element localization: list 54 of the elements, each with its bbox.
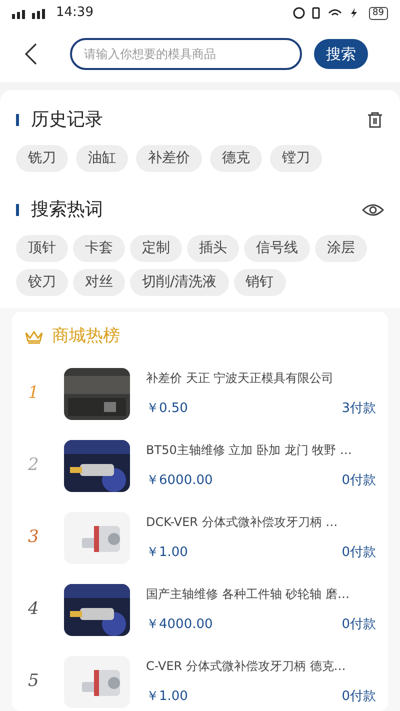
vibrate-icon xyxy=(312,7,320,19)
section-title: 搜索热词 xyxy=(31,198,104,222)
status-time: 14:39 xyxy=(56,4,94,22)
search-button[interactable]: 搜索 xyxy=(314,39,368,69)
product-price: ￥6000.00 xyxy=(146,472,213,490)
tag-chip[interactable]: 铰刀 xyxy=(16,269,68,296)
wifi-icon xyxy=(328,9,342,16)
charging-icon xyxy=(350,8,357,18)
tag-chip[interactable]: 切削/清洗液 xyxy=(130,269,229,296)
product-title[interactable]: BT50主轴维修 立加 卧加 龙门 牧野 … xyxy=(146,440,376,459)
rank-number: 1 xyxy=(27,382,40,405)
section-marker xyxy=(16,114,19,126)
tag-chip[interactable]: 顶针 xyxy=(16,235,68,262)
crown-icon xyxy=(24,330,44,344)
section-title: 历史记录 xyxy=(31,108,104,132)
battery-level: 89 xyxy=(368,6,388,20)
product-price: ￥4000.00 xyxy=(146,616,213,634)
tag-chip[interactable]: 镗刀 xyxy=(270,145,322,172)
tag-chip[interactable]: 补差价 xyxy=(136,145,202,172)
rank-number: 5 xyxy=(27,670,40,693)
rank-number: 2 xyxy=(27,454,40,477)
tag-chip[interactable]: 德克 xyxy=(210,145,262,172)
trash-icon[interactable] xyxy=(366,110,384,128)
tag-chip[interactable]: 铣刀 xyxy=(16,145,68,172)
tag-chip[interactable]: 涂层 xyxy=(315,235,367,262)
product-title[interactable]: C-VER 分体式微补偿攻牙刀柄 德克… xyxy=(146,656,376,675)
rank-number: 4 xyxy=(27,598,40,621)
tag-chip[interactable]: 油缸 xyxy=(76,145,128,172)
product-title[interactable]: 补差价 天正 宁波天正模具有限公司 xyxy=(146,368,376,387)
payment-count: 3付款 xyxy=(342,400,376,418)
tag-chip[interactable]: 销钉 xyxy=(234,269,286,296)
signal-icon xyxy=(32,9,45,19)
signal-icon xyxy=(12,10,25,19)
hot-list-title: 商城热榜 xyxy=(52,325,120,348)
back-icon[interactable] xyxy=(24,43,38,65)
payment-count: 0付款 xyxy=(342,544,376,562)
tag-chip[interactable]: 插头 xyxy=(187,235,239,262)
tag-chip[interactable]: 卡套 xyxy=(73,235,125,262)
tag-chip[interactable]: 定制 xyxy=(130,235,182,262)
tag-chip[interactable]: 信号线 xyxy=(244,235,310,262)
payment-count: 0付款 xyxy=(342,688,376,706)
product-price: ￥1.00 xyxy=(146,688,188,706)
product-title[interactable]: 国产主轴维修 各种工件轴 砂轮轴 磨… xyxy=(146,584,376,603)
payment-count: 0付款 xyxy=(342,472,376,490)
eye-icon[interactable] xyxy=(362,202,384,216)
rank-number: 3 xyxy=(27,526,40,549)
section-marker xyxy=(16,204,19,216)
tag-chip[interactable]: 对丝 xyxy=(73,269,125,296)
product-price: ￥1.00 xyxy=(146,544,188,562)
payment-count: 0付款 xyxy=(342,616,376,634)
product-title[interactable]: DCK-VER 分体式微补偿攻牙刀柄 … xyxy=(146,512,376,531)
alarm-icon xyxy=(292,7,304,19)
product-price: ￥0.50 xyxy=(146,400,188,418)
search-field[interactable]: 请输入你想要的模具商品 xyxy=(70,38,302,70)
